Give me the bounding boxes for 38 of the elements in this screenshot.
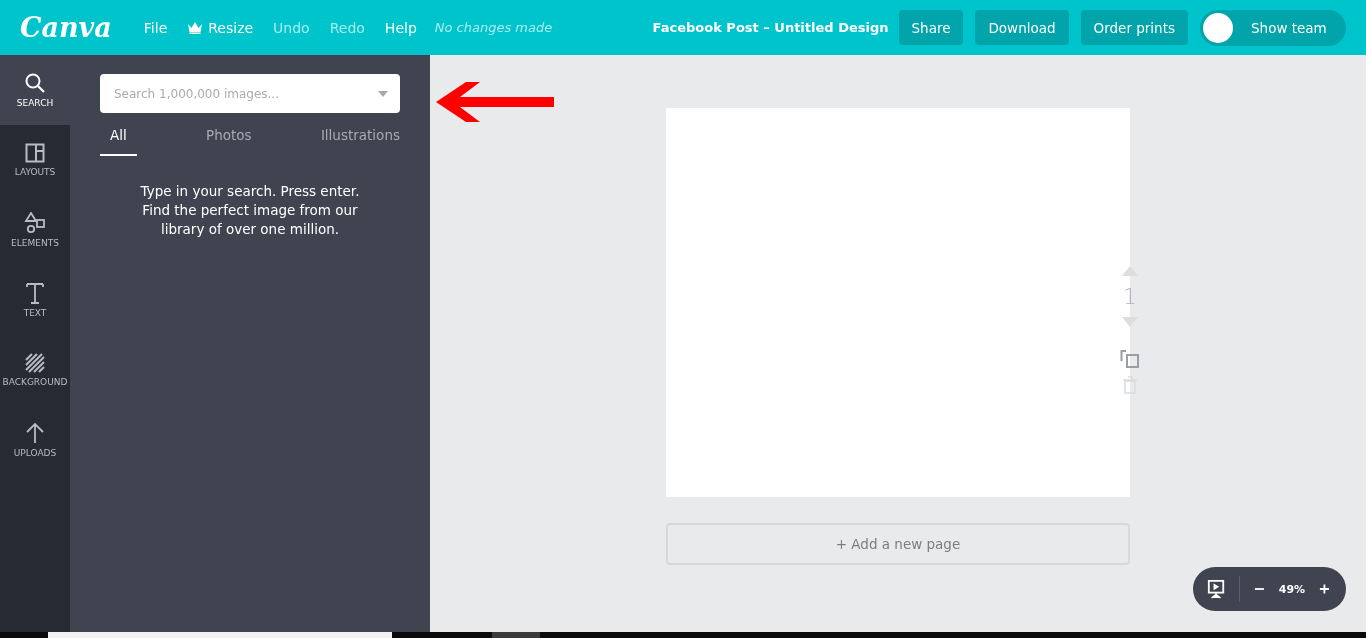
shapes-icon <box>24 212 46 234</box>
header-button[interactable]: Download <box>975 10 1069 45</box>
search-hint: Type in your search. Press enter. Find the perfect image from our library of over one million. <box>139 182 361 239</box>
save-status: No changes made <box>434 20 553 35</box>
filter-tab[interactable]: Photos <box>206 121 252 156</box>
zoom-in-icon[interactable] <box>1319 583 1330 595</box>
header-button[interactable]: Order prints <box>1080 10 1188 45</box>
trash-icon[interactable] <box>1122 376 1138 394</box>
design-title[interactable]: Facebook Post – Untitled Design <box>652 20 889 35</box>
page-down-icon[interactable] <box>1121 316 1139 328</box>
menu-item[interactable]: Resize <box>177 15 264 40</box>
layout-icon <box>25 143 45 163</box>
presentation-icon[interactable] <box>1207 578 1226 600</box>
search-icon <box>24 72 46 94</box>
duplicate-icon[interactable] <box>1120 349 1140 369</box>
filter-tab[interactable]: All <box>100 121 137 156</box>
sidebar-item[interactable]: LAYOUTS <box>0 125 70 195</box>
show-team-toggle[interactable]: Show team <box>1200 9 1346 46</box>
zoom-level: 49% <box>1278 582 1306 596</box>
add-page-button[interactable]: + Add a new page <box>666 523 1130 565</box>
crown-icon <box>187 21 204 34</box>
sidebar-item[interactable]: BACKGROUND <box>0 335 70 405</box>
menu-item[interactable]: File <box>133 15 178 40</box>
filter-tab[interactable]: Illustrations <box>320 121 400 156</box>
sidebar-item[interactable]: TEXT <box>0 265 70 335</box>
upload-arrow-icon <box>25 422 45 444</box>
dropdown-caret-icon[interactable] <box>378 91 388 97</box>
menu-item[interactable]: Help <box>374 15 427 40</box>
header-button[interactable]: Share <box>898 10 964 45</box>
text-icon <box>25 282 45 304</box>
search-field[interactable]: Search 1,000,000 images... <box>100 74 400 113</box>
sidebar-item[interactable]: ELEMENTS <box>0 195 70 265</box>
sidebar-item[interactable]: SEARCH <box>0 55 70 125</box>
sidebar-item[interactable]: UPLOADS <box>0 405 70 475</box>
hatch-icon <box>25 353 45 373</box>
logo[interactable]: Canva <box>20 12 112 43</box>
page-up-icon[interactable] <box>1121 265 1139 277</box>
page-number: 1 <box>1123 284 1137 309</box>
